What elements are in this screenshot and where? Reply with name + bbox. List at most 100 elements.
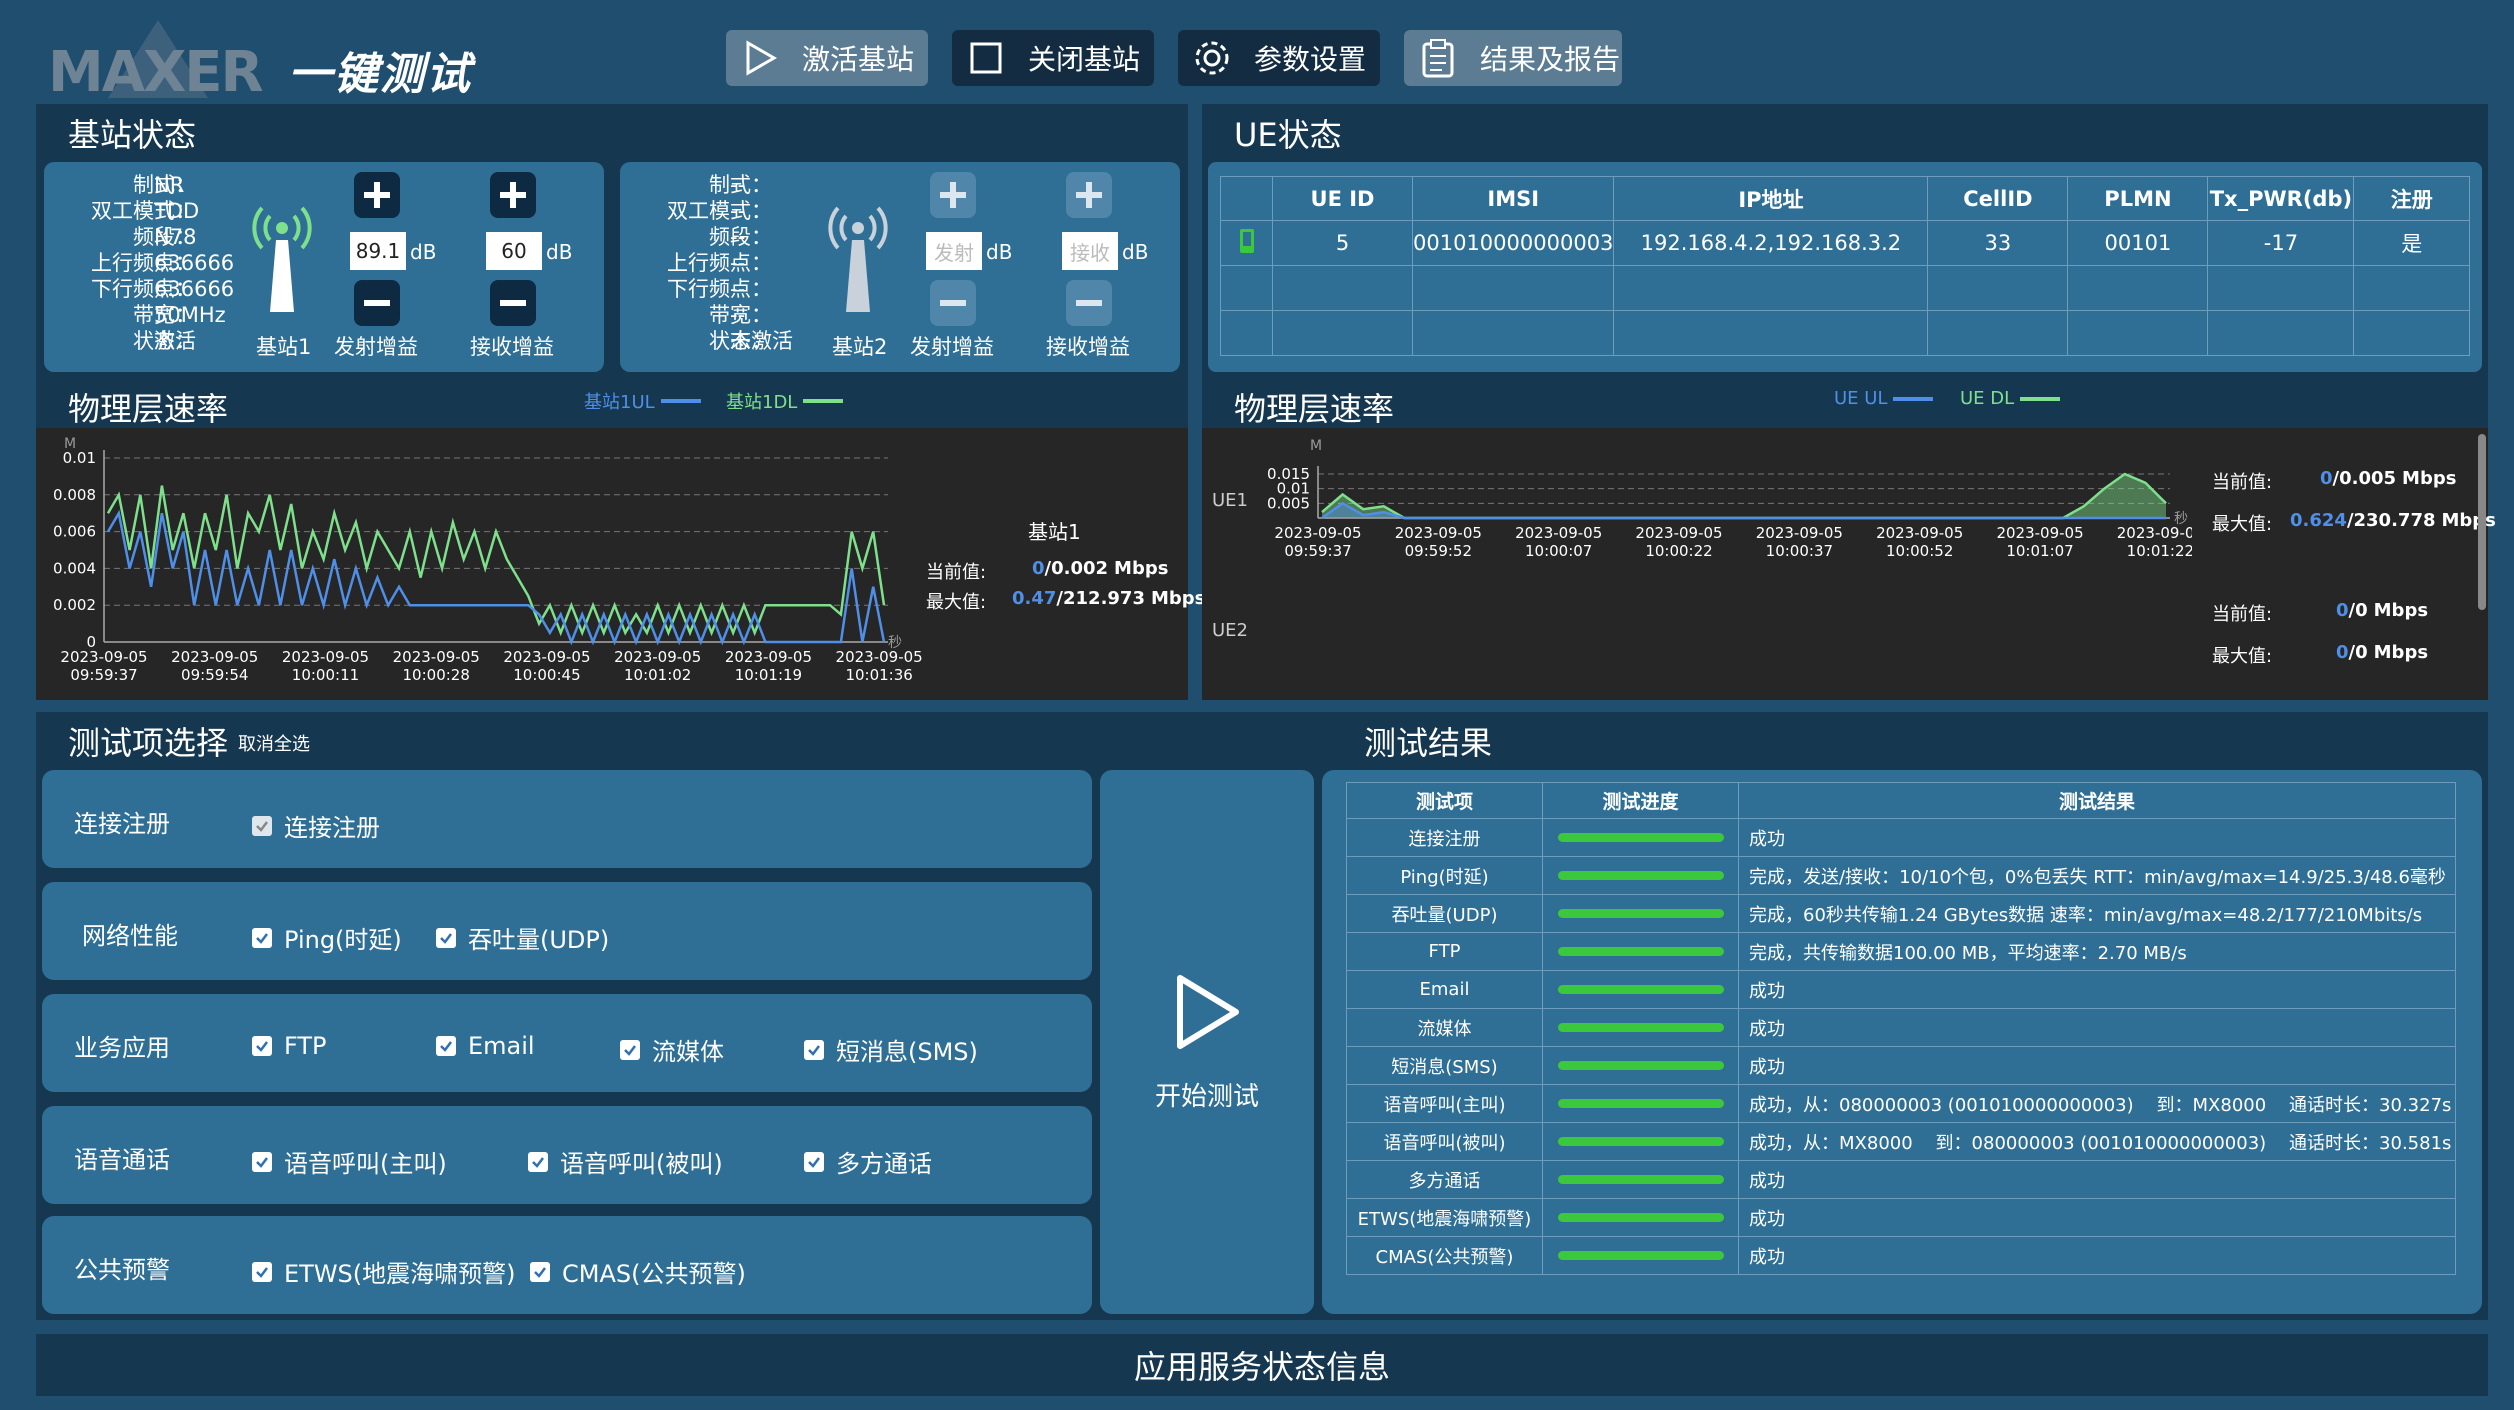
- y-tick-label: 0.004: [53, 559, 96, 577]
- bs-max-row: 最大值: 0.47 /212.973 Mbps: [926, 588, 1205, 614]
- result-text-cell: 成功: [1738, 1236, 2456, 1275]
- bs1-rx-plus-button[interactable]: [490, 172, 536, 218]
- bs1-rx-minus-button[interactable]: [490, 280, 536, 326]
- x-tick-label: 10:01:19: [735, 666, 802, 684]
- bs2-tx-plus-button[interactable]: [930, 172, 976, 218]
- ue1-current-dl: /0.005: [2332, 468, 2397, 489]
- x-tick-label: 10:01:07: [2006, 542, 2073, 560]
- checkbox-label: 多方通话: [836, 1150, 932, 1178]
- table-row: ETWS(地震海啸预警) 成功: [1346, 1198, 2456, 1237]
- ue-ip-cell: 192.168.4.2,192.168.3.2: [1613, 220, 1929, 266]
- result-text-cell: 成功，从：MX8000 到：080000003 (001010000000003…: [1738, 1122, 2456, 1161]
- x-tick-label: 10:00:11: [292, 666, 359, 684]
- check-icon: [252, 1261, 272, 1282]
- test-row-voice: 语音通话 语音呼叫(主叫) 语音呼叫(被叫) 多方通话: [42, 1106, 1092, 1204]
- ue-phy-title: 物理层速率: [1234, 390, 1395, 428]
- bs2-tx-gain-input[interactable]: 发射: [926, 232, 982, 270]
- x-tick-label: 2023-09-05: [614, 648, 701, 666]
- bs-current-ul: 0: [1032, 558, 1045, 579]
- series-area-UE-UL: [1322, 503, 2166, 518]
- test-results-title: 测试结果: [1364, 724, 1493, 762]
- bs1-antenna-icon: [252, 206, 312, 312]
- legend-swatch-ul: [660, 399, 701, 403]
- checkbox-label: 连接注册: [284, 814, 380, 842]
- check-icon: [804, 1151, 824, 1172]
- ue-chart-scrollbar[interactable]: [2478, 434, 2486, 610]
- progress-bar: [1557, 833, 1724, 842]
- progress-bar: [1557, 1023, 1724, 1032]
- check-icon: [530, 1261, 550, 1282]
- checkbox-sms[interactable]: 短消息(SMS): [804, 1032, 978, 1067]
- check-icon: [252, 927, 272, 948]
- checkbox-email[interactable]: Email: [436, 1032, 535, 1060]
- x-tick-label: 09:59:37: [1284, 542, 1351, 560]
- table-row[interactable]: 5 001010000000003 192.168.4.2,192.168.3.…: [1220, 220, 2470, 266]
- x-tick-label: 2023-09-05: [1274, 524, 1361, 542]
- ue-status-title: UE状态: [1234, 116, 1342, 154]
- deselect-all-link[interactable]: 取消全选: [238, 730, 310, 756]
- ue-col-plmn: PLMN: [2067, 176, 2209, 221]
- ue-phy-rate-chart: 0.0050.010.0152023-09-0509:59:372023-09-…: [1267, 465, 2192, 560]
- table-row: 流媒体 成功: [1346, 1008, 2456, 1047]
- bs1-value-band: N78: [154, 225, 197, 249]
- ue-chart-unit-s: 秒: [2174, 511, 2188, 527]
- checkbox-voice-mt[interactable]: 语音呼叫(被叫): [528, 1144, 723, 1179]
- bs1-tx-gain-label: 发射增益: [334, 335, 418, 359]
- start-test-button[interactable]: 开始测试: [1100, 770, 1314, 1314]
- bs-current-label: 当前值:: [926, 562, 987, 583]
- checkbox-streaming[interactable]: 流媒体: [620, 1032, 724, 1067]
- ue2-current-row: 当前值: 0 /0 Mbps: [2212, 600, 2428, 626]
- checkbox-label: FTP: [284, 1032, 327, 1060]
- bs1-tx-minus-button[interactable]: [354, 280, 400, 326]
- bs2-value-duplex: --: [730, 199, 746, 223]
- bs1-tx-plus-button[interactable]: [354, 172, 400, 218]
- checkbox-ftp[interactable]: FTP: [252, 1032, 327, 1060]
- ue-chart-unit-m: M: [1310, 438, 1323, 454]
- bs2-rx-gain-input[interactable]: 接收: [1062, 232, 1118, 270]
- ue-imsi-cell: 001010000000003: [1411, 220, 1615, 266]
- bs-max-dl: /212.973: [1056, 588, 1145, 609]
- report-button[interactable]: 结果及报告: [1404, 30, 1622, 86]
- result-item-cell: CMAS(公共预警): [1346, 1236, 1543, 1275]
- checkbox-etws[interactable]: ETWS(地震海啸预警): [252, 1254, 516, 1289]
- close-bs-button[interactable]: 关闭基站: [952, 30, 1154, 86]
- bs1-tx-gain-input[interactable]: 89.1: [350, 232, 406, 270]
- bs-chart-bs-name: 基站1: [1028, 520, 1081, 544]
- x-tick-label: 09:59:37: [70, 666, 137, 684]
- app-title: 一键测试: [288, 49, 472, 100]
- plus-icon: [364, 182, 390, 208]
- bs1-rx-unit: dB: [546, 240, 573, 264]
- checkbox-ping[interactable]: Ping(时延): [252, 920, 402, 955]
- result-progress-cell: [1542, 1122, 1739, 1161]
- checkbox-cmas[interactable]: CMAS(公共预警): [530, 1254, 746, 1289]
- checkbox-connect-register[interactable]: 连接注册: [252, 808, 380, 843]
- ue-table-header: UE ID IMSI IP地址 CellID PLMN Tx_PWR(db) 注…: [1220, 176, 2470, 221]
- progress-bar: [1557, 1213, 1724, 1222]
- bs-chart-unit-s: 秒: [888, 635, 902, 651]
- checkbox-voice-mo[interactable]: 语音呼叫(主叫): [252, 1144, 447, 1179]
- ue2-label: UE2: [1212, 620, 1248, 641]
- start-test-label: 开始测试: [1154, 1081, 1259, 1112]
- ue2-max-dl: /0: [2348, 642, 2368, 663]
- result-text-cell: 成功，从：080000003 (001010000000003) 到：MX800…: [1738, 1084, 2456, 1123]
- settings-button[interactable]: 参数设置: [1178, 30, 1380, 86]
- legend-swatch-dl: [803, 399, 844, 403]
- checkbox-udp[interactable]: 吞吐量(UDP): [436, 920, 609, 955]
- bs1-rx-gain-input[interactable]: 60: [486, 232, 542, 270]
- bs-legend-ul: 基站1UL: [584, 388, 701, 414]
- x-tick-label: 2023-09-05: [725, 648, 812, 666]
- bs2-rx-plus-button[interactable]: [1066, 172, 1112, 218]
- bs2-value-dl-freq: --: [730, 277, 746, 301]
- bs2-rx-unit: dB: [1122, 240, 1149, 264]
- x-tick-label: 10:01:22: [2127, 542, 2192, 560]
- bs2-tx-minus-button[interactable]: [930, 280, 976, 326]
- bs2-rx-minus-button[interactable]: [1066, 280, 1112, 326]
- activate-bs-button[interactable]: 激活基站: [726, 30, 928, 86]
- x-tick-label: 10:00:22: [1645, 542, 1712, 560]
- ue-cellid-cell: 33: [1927, 220, 2069, 266]
- check-icon: [436, 1036, 456, 1056]
- ue2-max-row: 最大值: 0 /0 Mbps: [2212, 642, 2428, 668]
- checkbox-label: 吞吐量(UDP): [468, 926, 610, 954]
- x-tick-label: 2023-09-05: [1515, 524, 1602, 542]
- checkbox-conference[interactable]: 多方通话: [804, 1144, 932, 1179]
